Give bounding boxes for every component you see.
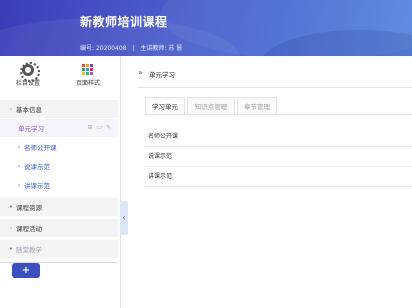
sidebar-toolbar: 栏目设置 页面样式	[0, 56, 120, 94]
chevron-right-icon: ›	[9, 105, 13, 113]
course-title: 新教师培训课程	[80, 15, 168, 29]
course-code-label: 编号:	[80, 45, 95, 52]
tab-study-unit[interactable]: 学习单元	[145, 97, 185, 115]
sidebar-item-label: 随堂教学	[16, 246, 42, 254]
course-meta: 编号: 20200408 | 主讲教师: 苏 慧	[80, 43, 182, 52]
double-chevron-icon: »	[138, 68, 143, 77]
tab-chapter-management[interactable]: 章节管理	[237, 97, 277, 115]
list-item[interactable]: 说课示范	[145, 147, 412, 167]
sidebar-item-classroom-teaching[interactable]: • 随堂教学	[0, 240, 118, 258]
sidebar-item-label: 单元学习	[18, 125, 44, 133]
sidebar-item-label: 课程资源	[16, 204, 42, 212]
list-item[interactable]: 讲课示范	[145, 167, 412, 187]
sidebar-item-famous-teacher-class[interactable]: › 名师公开课	[0, 138, 118, 156]
chevron-right-icon: ›	[17, 181, 21, 189]
meta-separator: |	[132, 45, 135, 52]
teacher-value: 苏 慧	[168, 45, 183, 52]
course-code-value: 20200408	[95, 45, 127, 52]
sidebar-item-label: 基本信息	[16, 106, 42, 114]
sidebar-item-course-resources[interactable]: • 课程资源	[0, 198, 118, 216]
sidebar-item-unit-learning[interactable]: 单元学习 ⊞ ▭ ✎	[0, 119, 118, 137]
sidebar-item-label: 课程活动	[16, 225, 42, 233]
sidebar-item-course-activities[interactable]: › 课程活动	[0, 219, 118, 237]
chevron-right-icon: ›	[17, 143, 21, 151]
chevron-right-icon: ›	[9, 224, 13, 232]
list-item[interactable]: 名师公开课	[145, 127, 412, 147]
sidebar-item-label: 名师公开课	[24, 144, 57, 152]
page-style-label: 页面样式	[75, 80, 100, 87]
row-action-icons[interactable]: ⊞ ▭ ✎	[87, 124, 112, 131]
divider	[137, 87, 412, 88]
sidebar-item-lecture-demo[interactable]: › 说课示范	[0, 157, 118, 175]
sidebar-item-label: 讲课示范	[24, 182, 50, 190]
sidebar-item-basic-info[interactable]: › 基本信息	[0, 100, 118, 118]
bullet-icon: •	[8, 203, 14, 211]
page: 新教师培训课程 编号: 20200408 | 主讲教师: 苏 慧 栏目设置 页面…	[0, 0, 412, 308]
color-grid-icon	[82, 64, 94, 76]
bullet-icon: •	[8, 245, 14, 253]
page-title: 单元学习	[149, 71, 175, 79]
divider	[120, 56, 121, 308]
collapse-sidebar-button[interactable]: ‹	[120, 201, 128, 235]
column-settings-button[interactable]: 栏目设置	[8, 62, 48, 87]
sidebar-item-teaching-demo[interactable]: › 讲课示范	[0, 176, 118, 194]
sidebar: 栏目设置 页面样式 › 基本信息 单元学习 ⊞ ▭ ✎ › 名师公开课 › 说课…	[0, 56, 120, 308]
chevron-right-icon: ›	[17, 162, 21, 170]
add-column-button[interactable]: +	[12, 263, 40, 278]
sidebar-item-label: 说课示范	[24, 163, 50, 171]
tab-knowledge-points[interactable]: 知识点管理	[187, 97, 235, 115]
page-style-button[interactable]: 页面样式	[68, 64, 108, 87]
main-title-row: » 单元学习	[130, 68, 410, 82]
divider	[145, 114, 412, 115]
teacher-label: 主讲教师:	[140, 45, 167, 52]
gear-icon	[20, 62, 40, 82]
course-header: 新教师培训课程 编号: 20200408 | 主讲教师: 苏 慧	[0, 0, 412, 56]
